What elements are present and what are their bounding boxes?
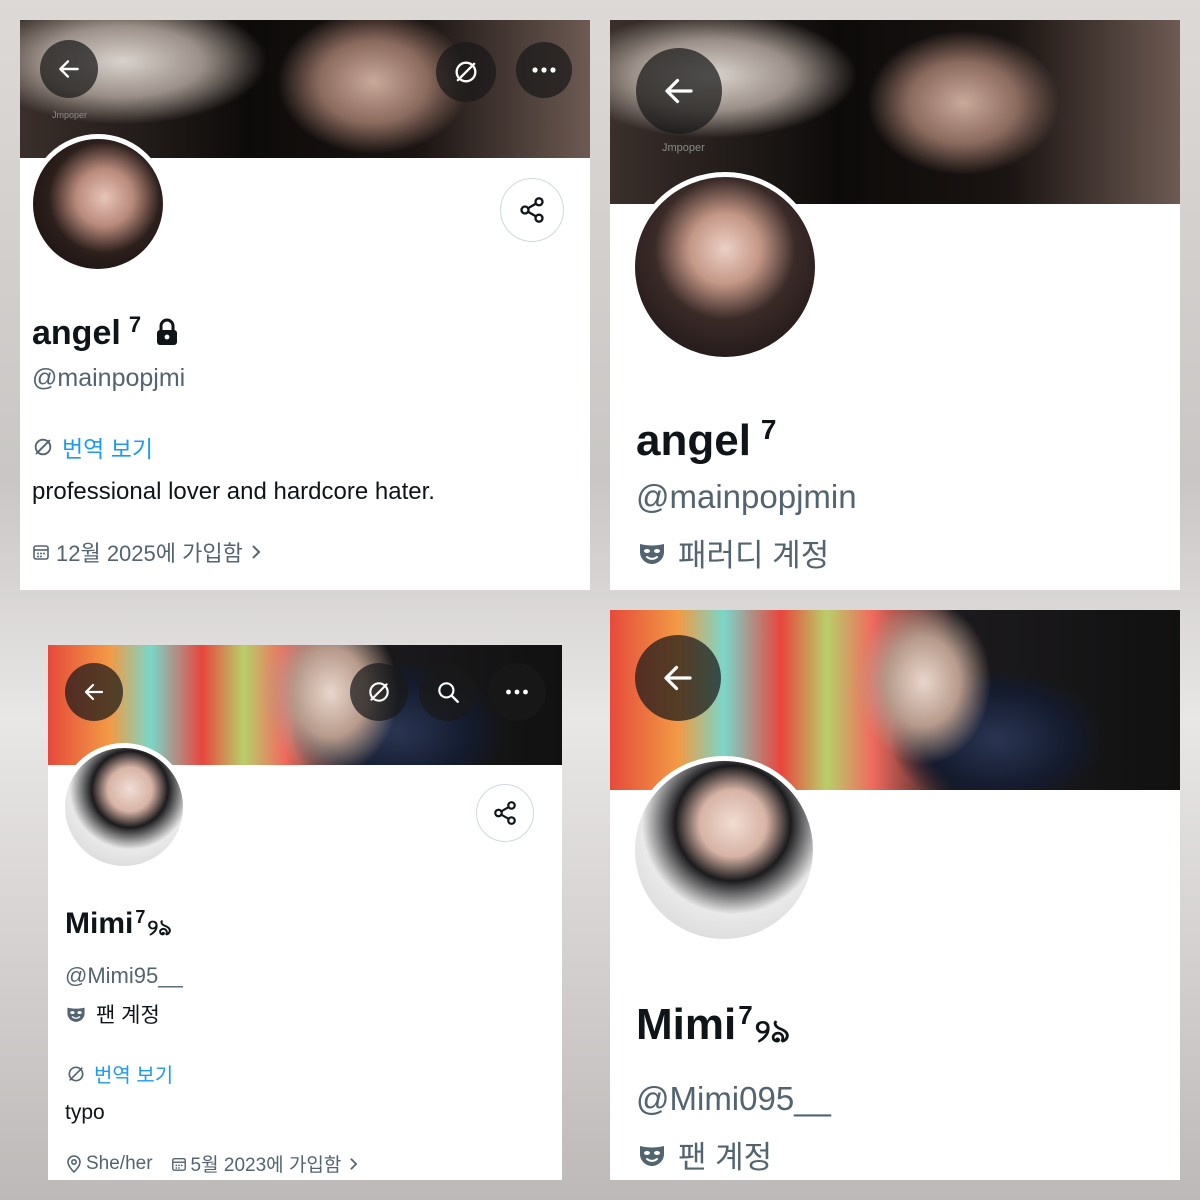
back-button[interactable] bbox=[635, 635, 721, 721]
back-arrow-icon bbox=[661, 73, 697, 109]
join-date-text[interactable]: 5월 2023에 가입함 bbox=[191, 1150, 342, 1177]
join-date-text: 12월 2025에 가입함 bbox=[56, 541, 243, 566]
mask-icon bbox=[638, 541, 666, 565]
calendar-icon bbox=[171, 1156, 187, 1172]
search-button[interactable] bbox=[419, 663, 477, 721]
calendar-icon bbox=[32, 543, 50, 561]
lock-icon bbox=[155, 318, 179, 346]
bio: typo bbox=[65, 1101, 105, 1124]
account-type-label: 패러디 계정 bbox=[678, 538, 830, 573]
location-icon bbox=[66, 1154, 82, 1173]
more-button[interactable] bbox=[488, 663, 546, 721]
translate-label: 번역 보기 bbox=[62, 436, 154, 462]
bio: professional lover and hardcore hater. bbox=[32, 478, 435, 505]
display-name-text: Mimi bbox=[65, 907, 134, 940]
avatar[interactable] bbox=[60, 743, 188, 871]
translate-label: 번역 보기 bbox=[94, 1065, 174, 1087]
account-type: 팬 계정 bbox=[66, 999, 160, 1029]
profile-panel-bottom-left: Mimi 7 ୨ঌ @Mimi95__ 팬 계정 번역 보기 typo She/… bbox=[48, 645, 562, 1180]
display-name-suffix: ୨ঌ bbox=[147, 915, 172, 940]
display-name: angel 7 bbox=[32, 312, 179, 353]
more-button[interactable] bbox=[516, 42, 572, 98]
avatar[interactable] bbox=[28, 134, 168, 274]
more-icon bbox=[505, 688, 529, 696]
translate-button[interactable] bbox=[350, 663, 408, 721]
display-name-suffix: ୨ঌ bbox=[754, 1013, 790, 1049]
mask-icon bbox=[638, 1143, 666, 1167]
account-type-label: 팬 계정 bbox=[678, 1140, 773, 1175]
translate-icon bbox=[452, 58, 480, 86]
account-type-label: 팬 계정 bbox=[96, 1004, 160, 1027]
display-name-text: angel bbox=[636, 416, 751, 465]
mask-icon bbox=[66, 1005, 86, 1023]
avatar[interactable] bbox=[630, 756, 818, 944]
handle: @mainpopjmin bbox=[636, 478, 857, 515]
translate-icon bbox=[366, 679, 392, 705]
account-type: 패러디 계정 bbox=[638, 530, 829, 575]
back-button[interactable] bbox=[636, 48, 722, 134]
translate-icon bbox=[66, 1064, 86, 1084]
translate-link[interactable]: 번역 보기 bbox=[66, 1059, 173, 1088]
display-name-superscript: 7 bbox=[760, 414, 777, 445]
back-button[interactable] bbox=[40, 40, 98, 98]
avatar[interactable] bbox=[630, 172, 820, 362]
location-text: She/her bbox=[86, 1152, 153, 1174]
join-date[interactable]: 12월 2025에 가입함 bbox=[32, 536, 261, 568]
search-icon bbox=[435, 679, 461, 705]
back-arrow-icon bbox=[82, 680, 106, 704]
share-icon bbox=[518, 196, 546, 224]
back-arrow-icon bbox=[56, 56, 82, 82]
share-icon bbox=[492, 800, 518, 826]
handle: @Mimi095__ bbox=[636, 1080, 831, 1117]
display-name: Mimi 7 ୨ঌ bbox=[636, 1000, 790, 1060]
display-name-text: angel bbox=[32, 314, 121, 352]
share-button[interactable] bbox=[500, 178, 564, 242]
display-name: Mimi 7 ୨ঌ bbox=[65, 907, 172, 948]
display-name-text: Mimi bbox=[636, 1000, 737, 1049]
banner-watermark: Jmpoper bbox=[52, 110, 88, 120]
more-icon bbox=[531, 66, 557, 74]
back-arrow-icon bbox=[660, 660, 696, 696]
display-name: angel 7 bbox=[636, 414, 777, 466]
display-name-superscript: 7 bbox=[738, 1000, 753, 1030]
banner-watermark: Jmpoper bbox=[662, 142, 705, 154]
translate-button[interactable] bbox=[436, 42, 496, 102]
share-button[interactable] bbox=[476, 784, 534, 842]
display-name-superscript: 7 bbox=[135, 907, 146, 927]
translate-icon bbox=[32, 436, 54, 458]
back-button[interactable] bbox=[65, 663, 123, 721]
display-name-superscript: 7 bbox=[128, 312, 142, 337]
chevron-right-icon bbox=[349, 1157, 358, 1171]
profile-panel-top-right: Jmpoper angel 7 @mainpopjmin 패러디 계정 bbox=[610, 20, 1180, 590]
profile-meta-row: She/her 5월 2023에 가입함 bbox=[66, 1150, 358, 1177]
handle: @mainpopjmi bbox=[32, 364, 186, 392]
translate-link[interactable]: 번역 보기 bbox=[32, 430, 153, 464]
profile-panel-top-left: Jmpoper angel 7 @mainpopjmi 번역 보기 profes bbox=[20, 20, 590, 590]
profile-panel-bottom-right: Mimi 7 ୨ঌ @Mimi095__ 팬 계정 bbox=[610, 610, 1180, 1180]
account-type: 팬 계정 bbox=[638, 1132, 772, 1177]
handle: @Mimi95__ bbox=[65, 963, 183, 988]
chevron-right-icon bbox=[251, 544, 261, 560]
